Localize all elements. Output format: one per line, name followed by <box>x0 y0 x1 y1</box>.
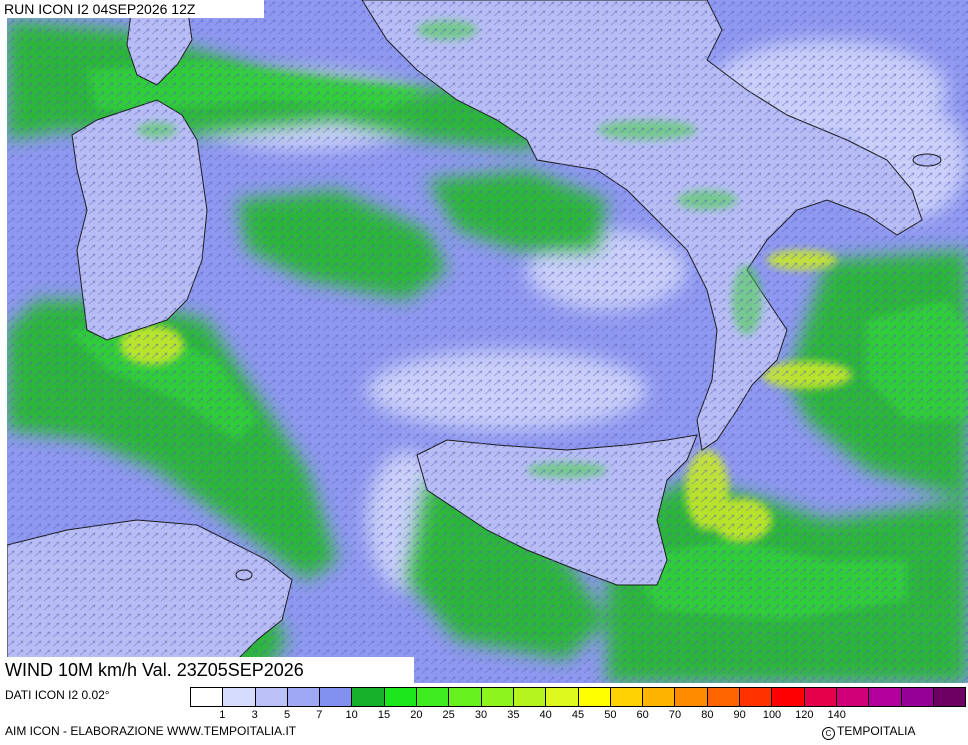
legend-tick-label: 40 <box>539 709 552 721</box>
legend-swatch <box>320 688 353 706</box>
legend-swatch <box>869 688 902 706</box>
legend-swatch <box>255 688 288 706</box>
copyright-label: C TEMPOITALIA <box>822 724 915 740</box>
legend-tick-label: 1 <box>219 709 226 721</box>
legend-tick-label: 30 <box>474 709 488 721</box>
legend-swatch <box>449 688 482 706</box>
legend-swatch <box>481 688 514 706</box>
legend-swatch <box>191 688 224 706</box>
legend-tick-label: 80 <box>701 709 714 721</box>
legend-swatch <box>901 688 934 706</box>
legend-tick-label: 90 <box>733 709 746 721</box>
legend-swatch <box>513 688 547 706</box>
color-scale <box>190 687 966 707</box>
data-source-label: DATI ICON I2 0.02° <box>5 688 110 702</box>
legend-swatch <box>384 688 418 706</box>
elaboration-label: AIM ICON - ELABORAZIONE WWW.TEMPOITALIA.… <box>5 724 297 738</box>
legend-tick-label: 5 <box>283 709 291 721</box>
legend-tick-label: 3 <box>251 709 258 721</box>
legend-tick-label: 35 <box>507 709 520 721</box>
legend-tick-label: 25 <box>442 709 455 721</box>
legend-tick-label: 140 <box>827 709 846 721</box>
legend-tick-label: 50 <box>604 709 617 721</box>
legend-swatch <box>804 688 837 706</box>
legend-swatch <box>352 688 385 706</box>
legend-swatch <box>417 688 450 706</box>
legend-swatch <box>643 688 676 706</box>
wind-map <box>7 0 968 683</box>
color-scale-ticks: 1 3 5 7 10 15 20 25 30 35 40 45 50 60 70 80 90 100 120 140 <box>190 709 966 723</box>
legend-tick-label: 7 <box>316 709 323 721</box>
legend-swatch <box>287 688 321 706</box>
copyright-icon: C <box>822 727 835 740</box>
copyright-text: TEMPOITALIA <box>837 724 916 738</box>
legend-swatch <box>223 688 256 706</box>
wind-map-canvas <box>7 0 968 683</box>
field-valid-label: WIND 10M km/h Val. 23Z05SEP2026 <box>0 657 414 683</box>
legend-tick-label: 10 <box>345 709 358 721</box>
legend-swatch <box>578 688 611 706</box>
legend-tick-label: 45 <box>571 709 585 721</box>
run-label: RUN ICON I2 04SEP2026 12Z <box>0 0 264 18</box>
legend-tick-label: 60 <box>636 709 649 721</box>
legend-swatch <box>772 688 805 706</box>
legend-swatch <box>740 688 773 706</box>
legend-swatch <box>546 688 579 706</box>
legend-swatch <box>933 688 966 706</box>
legend-swatch <box>610 688 644 706</box>
legend-swatch <box>707 688 741 706</box>
legend-tick-label: 15 <box>377 709 391 721</box>
legend-tick-label: 70 <box>668 709 682 721</box>
legend-swatch <box>836 688 870 706</box>
legend-tick-label: 100 <box>762 709 782 721</box>
legend-swatch <box>675 688 708 706</box>
legend-tick-label: 20 <box>410 709 423 721</box>
legend-tick-label: 120 <box>795 709 814 721</box>
